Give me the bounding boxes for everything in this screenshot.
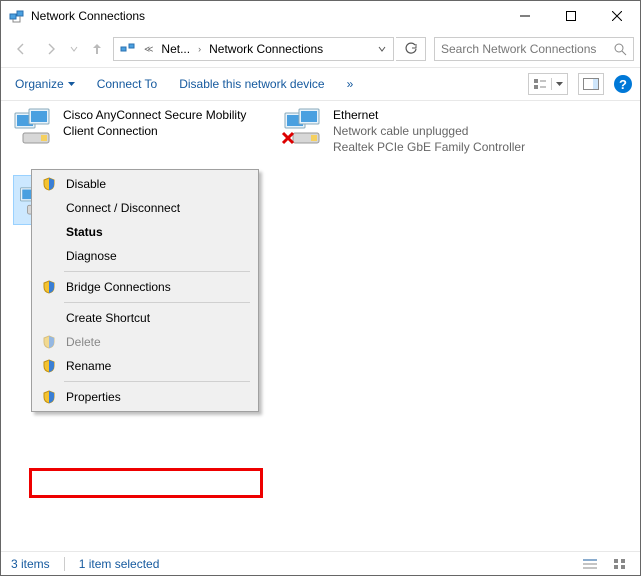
help-button[interactable]: ? (614, 75, 632, 93)
maximize-button[interactable] (548, 1, 594, 31)
menu-create-shortcut[interactable]: Create Shortcut (34, 306, 256, 330)
menu-diagnose[interactable]: Diagnose (34, 244, 256, 268)
address-bar[interactable]: ≪ Net... › Network Connections (113, 37, 394, 61)
recent-locations-button[interactable] (67, 35, 81, 63)
titlebar: Network Connections (1, 1, 640, 31)
disable-device-button[interactable]: Disable this network device (173, 73, 330, 95)
shield-icon (40, 280, 58, 294)
breadcrumb-seg-1[interactable]: Net... (155, 38, 196, 60)
menu-disable[interactable]: Disable (34, 172, 256, 196)
more-commands-button[interactable]: » (341, 73, 360, 95)
shield-icon (40, 390, 58, 404)
breadcrumb-separator: ≪ (142, 44, 155, 55)
menu-separator (64, 271, 250, 272)
view-options[interactable] (528, 73, 568, 95)
address-dropdown[interactable] (371, 45, 393, 53)
search-input[interactable]: Search Network Connections (434, 37, 634, 61)
connection-item-ethernet[interactable]: Ethernet Network cable unplugged Realtek… (281, 107, 531, 156)
close-button[interactable] (594, 1, 640, 31)
breadcrumb-seg-2[interactable]: Network Connections (203, 38, 329, 60)
annotation-highlight (29, 468, 263, 498)
connection-name: Cisco AnyConnect Secure Mobility Client … (63, 107, 261, 139)
navbar: ≪ Net... › Network Connections Search Ne… (1, 31, 640, 67)
view-mode-icon (529, 78, 552, 90)
preview-pane-button[interactable] (578, 73, 604, 95)
forward-button[interactable] (37, 35, 65, 63)
shield-icon (40, 177, 58, 191)
minimize-button[interactable] (502, 1, 548, 31)
menu-delete[interactable]: Delete (34, 330, 256, 354)
menu-status[interactable]: Status (34, 220, 256, 244)
shield-icon (40, 335, 58, 349)
chevron-down-icon (68, 81, 75, 88)
selection-count: 1 item selected (79, 557, 160, 571)
menu-bridge[interactable]: Bridge Connections (34, 275, 256, 299)
organize-menu[interactable]: Organize (9, 73, 81, 95)
network-adapter-icon (281, 107, 329, 155)
search-placeholder: Search Network Connections (441, 42, 614, 56)
back-button[interactable] (7, 35, 35, 63)
chevron-down-icon (552, 81, 567, 88)
menu-properties[interactable]: Properties (34, 385, 256, 409)
command-bar: Organize Connect To Disable this network… (1, 67, 640, 101)
menu-connect-disconnect[interactable]: Connect / Disconnect (34, 196, 256, 220)
status-bar: 3 items 1 item selected (1, 551, 640, 575)
content-area: Cisco AnyConnect Secure Mobility Client … (1, 101, 640, 559)
item-count: 3 items (11, 557, 50, 571)
connection-device: Realtek PCIe GbE Family Controller (333, 139, 525, 155)
menu-separator (64, 302, 250, 303)
up-button[interactable] (83, 35, 111, 63)
shield-icon (40, 359, 58, 373)
details-view-button[interactable] (580, 556, 600, 572)
large-icons-view-button[interactable] (610, 556, 630, 572)
search-icon (614, 43, 627, 56)
menu-rename[interactable]: Rename (34, 354, 256, 378)
connection-status: Network cable unplugged (333, 123, 525, 139)
refresh-button[interactable] (396, 37, 426, 61)
context-menu: Disable Connect / Disconnect Status Diag… (31, 169, 259, 412)
connection-item-cisco[interactable]: Cisco AnyConnect Secure Mobility Client … (11, 107, 261, 156)
network-adapter-icon (11, 107, 59, 155)
window-title: Network Connections (31, 9, 502, 23)
menu-separator (64, 381, 250, 382)
network-icon (120, 41, 136, 57)
connection-name: Ethernet (333, 107, 525, 123)
connect-to-button[interactable]: Connect To (91, 73, 164, 95)
network-connections-icon (9, 8, 25, 24)
